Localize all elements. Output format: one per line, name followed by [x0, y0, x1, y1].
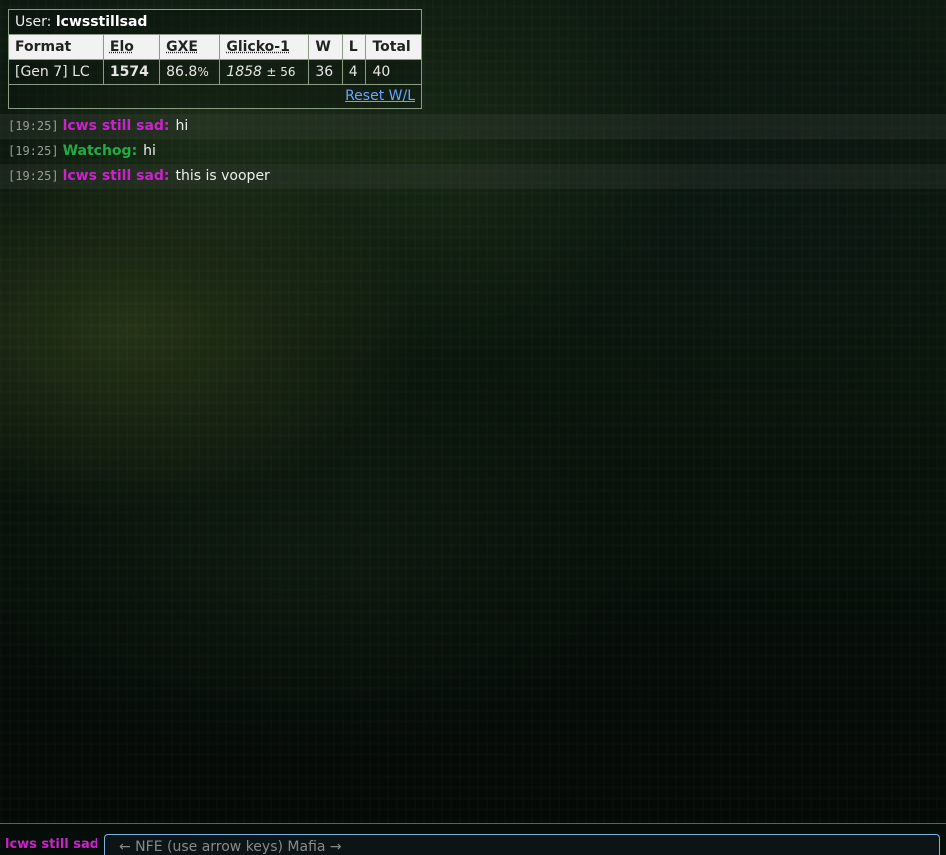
rating-card-user: User: lcwsstillsad: [9, 10, 421, 35]
message-timestamp: [19:25]: [8, 144, 59, 158]
username: lcwsstillsad: [55, 14, 148, 30]
reset-row: Reset W/L: [9, 85, 421, 108]
cell-losses: 4: [342, 59, 367, 85]
cell-glicko: 1858 ± 56: [219, 59, 310, 85]
header-losses: L: [342, 35, 367, 60]
header-total: Total: [365, 35, 421, 60]
cell-total: 40: [365, 59, 421, 85]
header-format: Format: [9, 35, 104, 60]
message-timestamp: [19:25]: [8, 169, 59, 183]
message-text: hi: [175, 118, 189, 134]
reset-wl-link[interactable]: Reset W/L: [345, 88, 415, 104]
cell-format: [Gen 7] LC: [9, 59, 104, 85]
message-author[interactable]: Watchog:: [63, 143, 138, 159]
header-gxe: GXE: [159, 35, 221, 60]
message-text: this is vooper: [175, 168, 270, 184]
message-text: hi: [143, 143, 156, 159]
rating-table: Format Elo GXE Glicko-1 W L Total [Gen 7…: [9, 35, 421, 85]
header-glicko: Glicko-1: [219, 35, 310, 60]
rating-table-header: Format Elo GXE Glicko-1 W L Total: [9, 35, 421, 60]
chat-message: [19:25] lcws still sad: this is vooper: [0, 164, 946, 189]
header-elo: Elo: [103, 35, 161, 60]
cell-gxe: 86.8%: [159, 59, 221, 85]
current-user-name[interactable]: lcws still sad: [5, 837, 97, 852]
chat-message: [19:25] lcws still sad: hi: [0, 114, 946, 139]
cell-elo: 1574: [103, 59, 161, 85]
rating-card: User: lcwsstillsad Format Elo GXE Glicko…: [8, 9, 422, 109]
header-wins: W: [308, 35, 343, 60]
message-timestamp: [19:25]: [8, 119, 59, 133]
chat-input[interactable]: [104, 834, 940, 855]
user-label: User:: [15, 14, 56, 30]
message-author[interactable]: lcws still sad:: [63, 118, 170, 134]
chat-log: [19:25] lcws still sad: hi [19:25] Watchog:…: [0, 114, 946, 189]
message-author[interactable]: lcws still sad:: [63, 168, 170, 184]
chat-input-bar: lcws still sad: [0, 823, 946, 855]
cell-wins: 36: [308, 59, 343, 85]
chat-message: [19:25] Watchog: hi: [0, 139, 946, 164]
table-row: [Gen 7] LC 1574 86.8% 1858 ± 56 36 4 40: [9, 59, 421, 85]
